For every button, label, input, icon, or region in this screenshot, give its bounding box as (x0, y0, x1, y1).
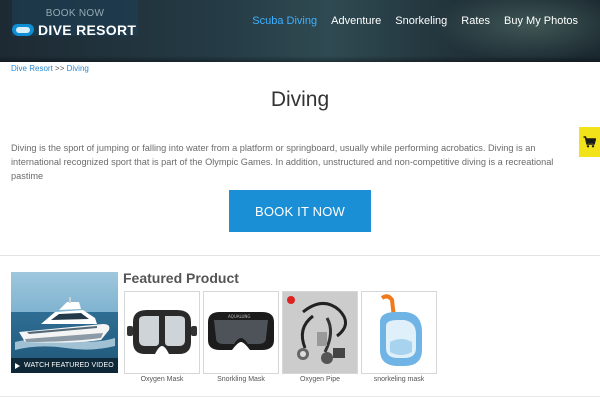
product-card-oxygen-pipe[interactable] (282, 291, 358, 374)
product-label-oxygen-mask[interactable]: Oxygen Mask (124, 376, 200, 383)
svg-text:AQUALUNG: AQUALUNG (228, 314, 251, 319)
section-divider (0, 255, 600, 256)
video-caption: WATCH FEATURED VIDEO (24, 362, 114, 369)
breadcrumb-home-link[interactable]: Dive Resort (11, 64, 53, 73)
book-now-tab-label: BOOK NOW (45, 8, 105, 19)
featured-product-heading: Featured Product (123, 270, 239, 286)
page-title: Diving (270, 88, 330, 111)
nav-item-buy-my-photos[interactable]: Buy My Photos (504, 15, 578, 27)
book-it-now-button[interactable]: BOOK IT NOW (229, 190, 371, 232)
logo-text: DIVE RESORT (38, 22, 137, 38)
nav-item-rates[interactable]: Rates (461, 15, 490, 27)
play-icon (15, 362, 20, 369)
breadcrumb-current-link[interactable]: Diving (67, 64, 89, 73)
breadcrumb: Dive Resort >> Diving (11, 64, 89, 73)
bottom-divider (0, 396, 600, 397)
header-shadow (0, 56, 600, 62)
product-label-snorkling-mask[interactable]: Snorkling Mask (203, 376, 279, 383)
product-label-oxygen-pipe[interactable]: Oxygen Pipe (282, 376, 358, 383)
nav-item-adventure[interactable]: Adventure (331, 15, 381, 27)
cart-icon (583, 136, 596, 148)
product-card-snorkeling-mask[interactable] (361, 291, 437, 374)
site-header: BOOK NOW DIVE RESORT Scuba Diving Advent… (0, 0, 600, 62)
dive-mask-logo-icon (12, 23, 34, 37)
full-face-snorkel-mask-icon (380, 294, 422, 366)
regulator-hose-icon (283, 292, 357, 373)
site-logo[interactable]: DIVE RESORT (12, 20, 136, 40)
product-card-oxygen-mask[interactable] (124, 291, 200, 374)
snorkel-mask-icon: AQUALUNG (208, 312, 274, 350)
main-nav: Scuba Diving Adventure Snorkeling Rates … (252, 15, 578, 27)
product-card-snorkling-mask[interactable]: AQUALUNG (203, 291, 279, 374)
product-label-snorkeling-mask[interactable]: snorkeling mask (361, 376, 437, 383)
featured-video-thumbnail[interactable]: WATCH FEATURED VIDEO (11, 272, 118, 373)
header-background-texture (430, 0, 600, 62)
video-caption-bar: WATCH FEATURED VIDEO (11, 358, 118, 373)
dive-mask-icon (127, 310, 197, 354)
breadcrumb-separator: >> (55, 64, 65, 73)
nav-item-scuba-diving[interactable]: Scuba Diving (252, 15, 317, 27)
intro-paragraph: Diving is the sport of jumping or fallin… (11, 143, 554, 181)
cart-tab[interactable] (579, 127, 600, 157)
nav-item-snorkeling[interactable]: Snorkeling (395, 15, 447, 27)
